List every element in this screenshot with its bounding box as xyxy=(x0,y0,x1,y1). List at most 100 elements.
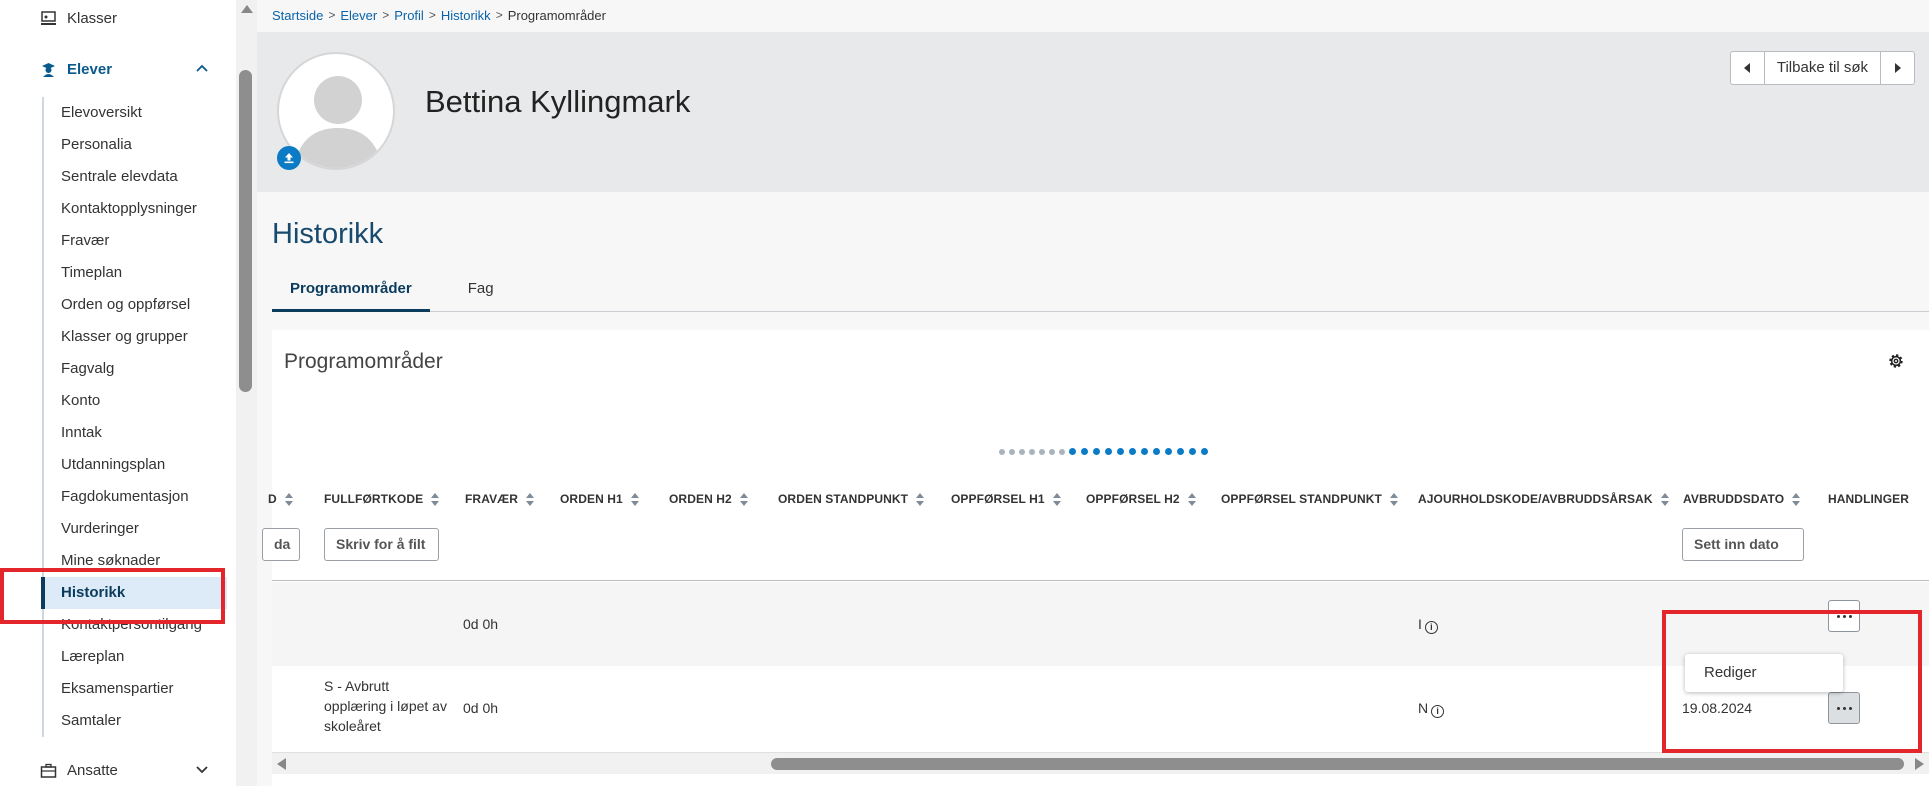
nav-group-elever[interactable]: Elever xyxy=(40,58,210,80)
chevron-right-icon: > xyxy=(495,8,503,22)
page-dot[interactable] xyxy=(1029,448,1035,455)
sidebar-item-laereplan[interactable]: Læreplan xyxy=(44,641,227,673)
next-button[interactable] xyxy=(1880,52,1914,84)
scroll-up-arrow-icon[interactable] xyxy=(241,5,253,13)
cell-fravaer: 0d 0h xyxy=(463,616,499,632)
page-dot[interactable] xyxy=(1177,448,1184,455)
sidebar-item-elevoversikt[interactable]: Elevoversikt xyxy=(44,97,227,129)
nav-item-label: Klasser xyxy=(67,9,118,27)
col-header-avbruddsdato[interactable]: AVBRUDDSDATO xyxy=(1683,490,1801,508)
page-dot[interactable] xyxy=(1153,448,1160,455)
classes-icon xyxy=(40,10,57,27)
cell-ajourhold: Ni xyxy=(1418,700,1445,718)
caret-right-icon xyxy=(1894,63,1901,73)
sidebar-item-konto[interactable]: Konto xyxy=(44,385,227,417)
col-header-d[interactable]: D xyxy=(268,490,294,508)
student-name: Bettina Kyllingmark xyxy=(425,84,691,119)
filter-input-fullfortkode[interactable]: Skriv for å filt xyxy=(324,528,439,561)
page-dot[interactable] xyxy=(1129,448,1136,455)
profile-header: Bettina Kyllingmark Tilbake til søk xyxy=(257,32,1929,192)
nav-group-label: Ansatte xyxy=(67,761,118,779)
sidebar-item-timeplan[interactable]: Timeplan xyxy=(44,257,227,289)
sidebar-item-vurderinger[interactable]: Vurderinger xyxy=(44,513,227,545)
col-header-oppforsel-h1[interactable]: OPPFØRSEL H1 xyxy=(951,490,1062,508)
page-dot[interactable] xyxy=(1201,448,1208,455)
back-to-search-button[interactable]: Tilbake til søk xyxy=(1765,52,1880,84)
search-pager: Tilbake til søk xyxy=(1729,51,1915,85)
page-dot[interactable] xyxy=(1093,448,1100,455)
highlight-box-historikk xyxy=(0,568,225,624)
col-header-oppforsel-h2[interactable]: OPPFØRSEL H2 xyxy=(1086,490,1197,508)
page-dot[interactable] xyxy=(1117,448,1124,455)
previous-button[interactable] xyxy=(1731,52,1765,84)
breadcrumb-startside[interactable]: Startside xyxy=(272,8,323,23)
nav-group-ansatte[interactable]: Ansatte xyxy=(40,759,210,781)
chevron-right-icon: > xyxy=(428,8,436,22)
sidebar-item-sentrale-elevdata[interactable]: Sentrale elevdata xyxy=(44,161,227,193)
upload-photo-icon[interactable] xyxy=(277,146,301,170)
breadcrumb-profil[interactable]: Profil xyxy=(394,8,424,23)
sort-icon xyxy=(630,492,640,506)
col-header-ajourholdskode[interactable]: AJOURHOLDSKODE/AVBRUDDSÅRSAK xyxy=(1418,490,1670,508)
breadcrumb-current: Programområder xyxy=(507,7,606,23)
tab-programomrader[interactable]: Programområder xyxy=(272,272,430,312)
page-dot[interactable] xyxy=(1009,448,1015,455)
table-horizontal-scrollbar[interactable] xyxy=(272,752,1929,774)
page-dot[interactable] xyxy=(1039,448,1045,455)
tabs: Programområder Fag xyxy=(272,272,1929,312)
col-header-orden-h1[interactable]: ORDEN H1 xyxy=(560,490,640,508)
sidebar-item-orden-og-oppforsel[interactable]: Orden og oppførsel xyxy=(44,289,227,321)
sidebar-item-samtaler[interactable]: Samtaler xyxy=(44,705,227,737)
col-header-fullfortkode[interactable]: FULLFØRTKODE xyxy=(324,490,440,508)
info-icon[interactable]: i xyxy=(1431,705,1445,718)
page-dot[interactable] xyxy=(1081,448,1088,455)
sidebar-item-eksamenspartier[interactable]: Eksamenspartier xyxy=(44,673,227,705)
scrollbar-thumb[interactable] xyxy=(771,758,1904,770)
sidebar-item-utdanningsplan[interactable]: Utdanningsplan xyxy=(44,449,227,481)
cell-fravaer: 0d 0h xyxy=(463,700,499,716)
scroll-right-arrow-icon[interactable] xyxy=(1915,758,1924,770)
gear-icon[interactable] xyxy=(1887,352,1905,370)
chevron-down-icon[interactable] xyxy=(194,762,210,778)
sidebar-scrollbar[interactable] xyxy=(236,0,257,786)
filter-input-avbruddsdato[interactable]: Sett inn dato xyxy=(1682,528,1804,561)
sidebar-item-fagvalg[interactable]: Fagvalg xyxy=(44,353,227,385)
page-dot[interactable] xyxy=(1049,448,1055,455)
sidebar-item-fravaer[interactable]: Fravær xyxy=(44,225,227,257)
nav-item-klasser[interactable]: Klasser xyxy=(40,7,117,29)
sidebar-item-fagdokumentasjon[interactable]: Fagdokumentasjon xyxy=(44,481,227,513)
col-header-oppforsel-standpunkt[interactable]: OPPFØRSEL STANDPUNKT xyxy=(1221,490,1399,508)
sidebar-item-inntak[interactable]: Inntak xyxy=(44,417,227,449)
col-header-handlinger: HANDLINGER xyxy=(1828,492,1909,506)
page-dot[interactable] xyxy=(1019,448,1025,455)
breadcrumb-historikk[interactable]: Historikk xyxy=(441,8,491,23)
page-dot[interactable] xyxy=(1141,448,1148,455)
sidebar-item-klasser-og-grupper[interactable]: Klasser og grupper xyxy=(44,321,227,353)
sort-icon xyxy=(1660,492,1670,506)
col-header-orden-h2[interactable]: ORDEN H2 xyxy=(669,490,749,508)
scrollbar-thumb[interactable] xyxy=(239,70,252,392)
breadcrumb-elever[interactable]: Elever xyxy=(340,8,377,23)
tab-fag[interactable]: Fag xyxy=(450,272,512,312)
chevron-up-icon[interactable] xyxy=(194,60,210,76)
page-title: Historikk xyxy=(272,218,384,250)
breadcrumb: Startside > Elever > Profil > Historikk > Pr… xyxy=(272,6,606,24)
page-dot[interactable] xyxy=(1105,448,1112,455)
page-dot[interactable] xyxy=(1165,448,1172,455)
scroll-left-arrow-icon[interactable] xyxy=(277,758,286,770)
sidebar-item-personalia[interactable]: Personalia xyxy=(44,129,227,161)
page-dot[interactable] xyxy=(999,448,1005,455)
sidebar: Klasser Elever Elevoversikt Personalia S… xyxy=(0,0,236,786)
sort-icon xyxy=(284,492,294,506)
page-dot[interactable] xyxy=(1059,448,1065,455)
info-icon[interactable]: i xyxy=(1424,621,1438,634)
filter-input-d[interactable]: da xyxy=(262,528,300,561)
sidebar-item-kontaktopplysninger[interactable]: Kontaktopplysninger xyxy=(44,193,227,225)
sort-icon xyxy=(1052,492,1062,506)
caret-left-icon xyxy=(1744,63,1751,73)
col-header-fravaer[interactable]: FRAVÆR xyxy=(465,490,535,508)
page-dot[interactable] xyxy=(1189,448,1196,455)
page-dot[interactable] xyxy=(1069,448,1076,455)
column-page-dots[interactable] xyxy=(999,448,1213,455)
col-header-orden-standpunkt[interactable]: ORDEN STANDPUNKT xyxy=(778,490,925,508)
